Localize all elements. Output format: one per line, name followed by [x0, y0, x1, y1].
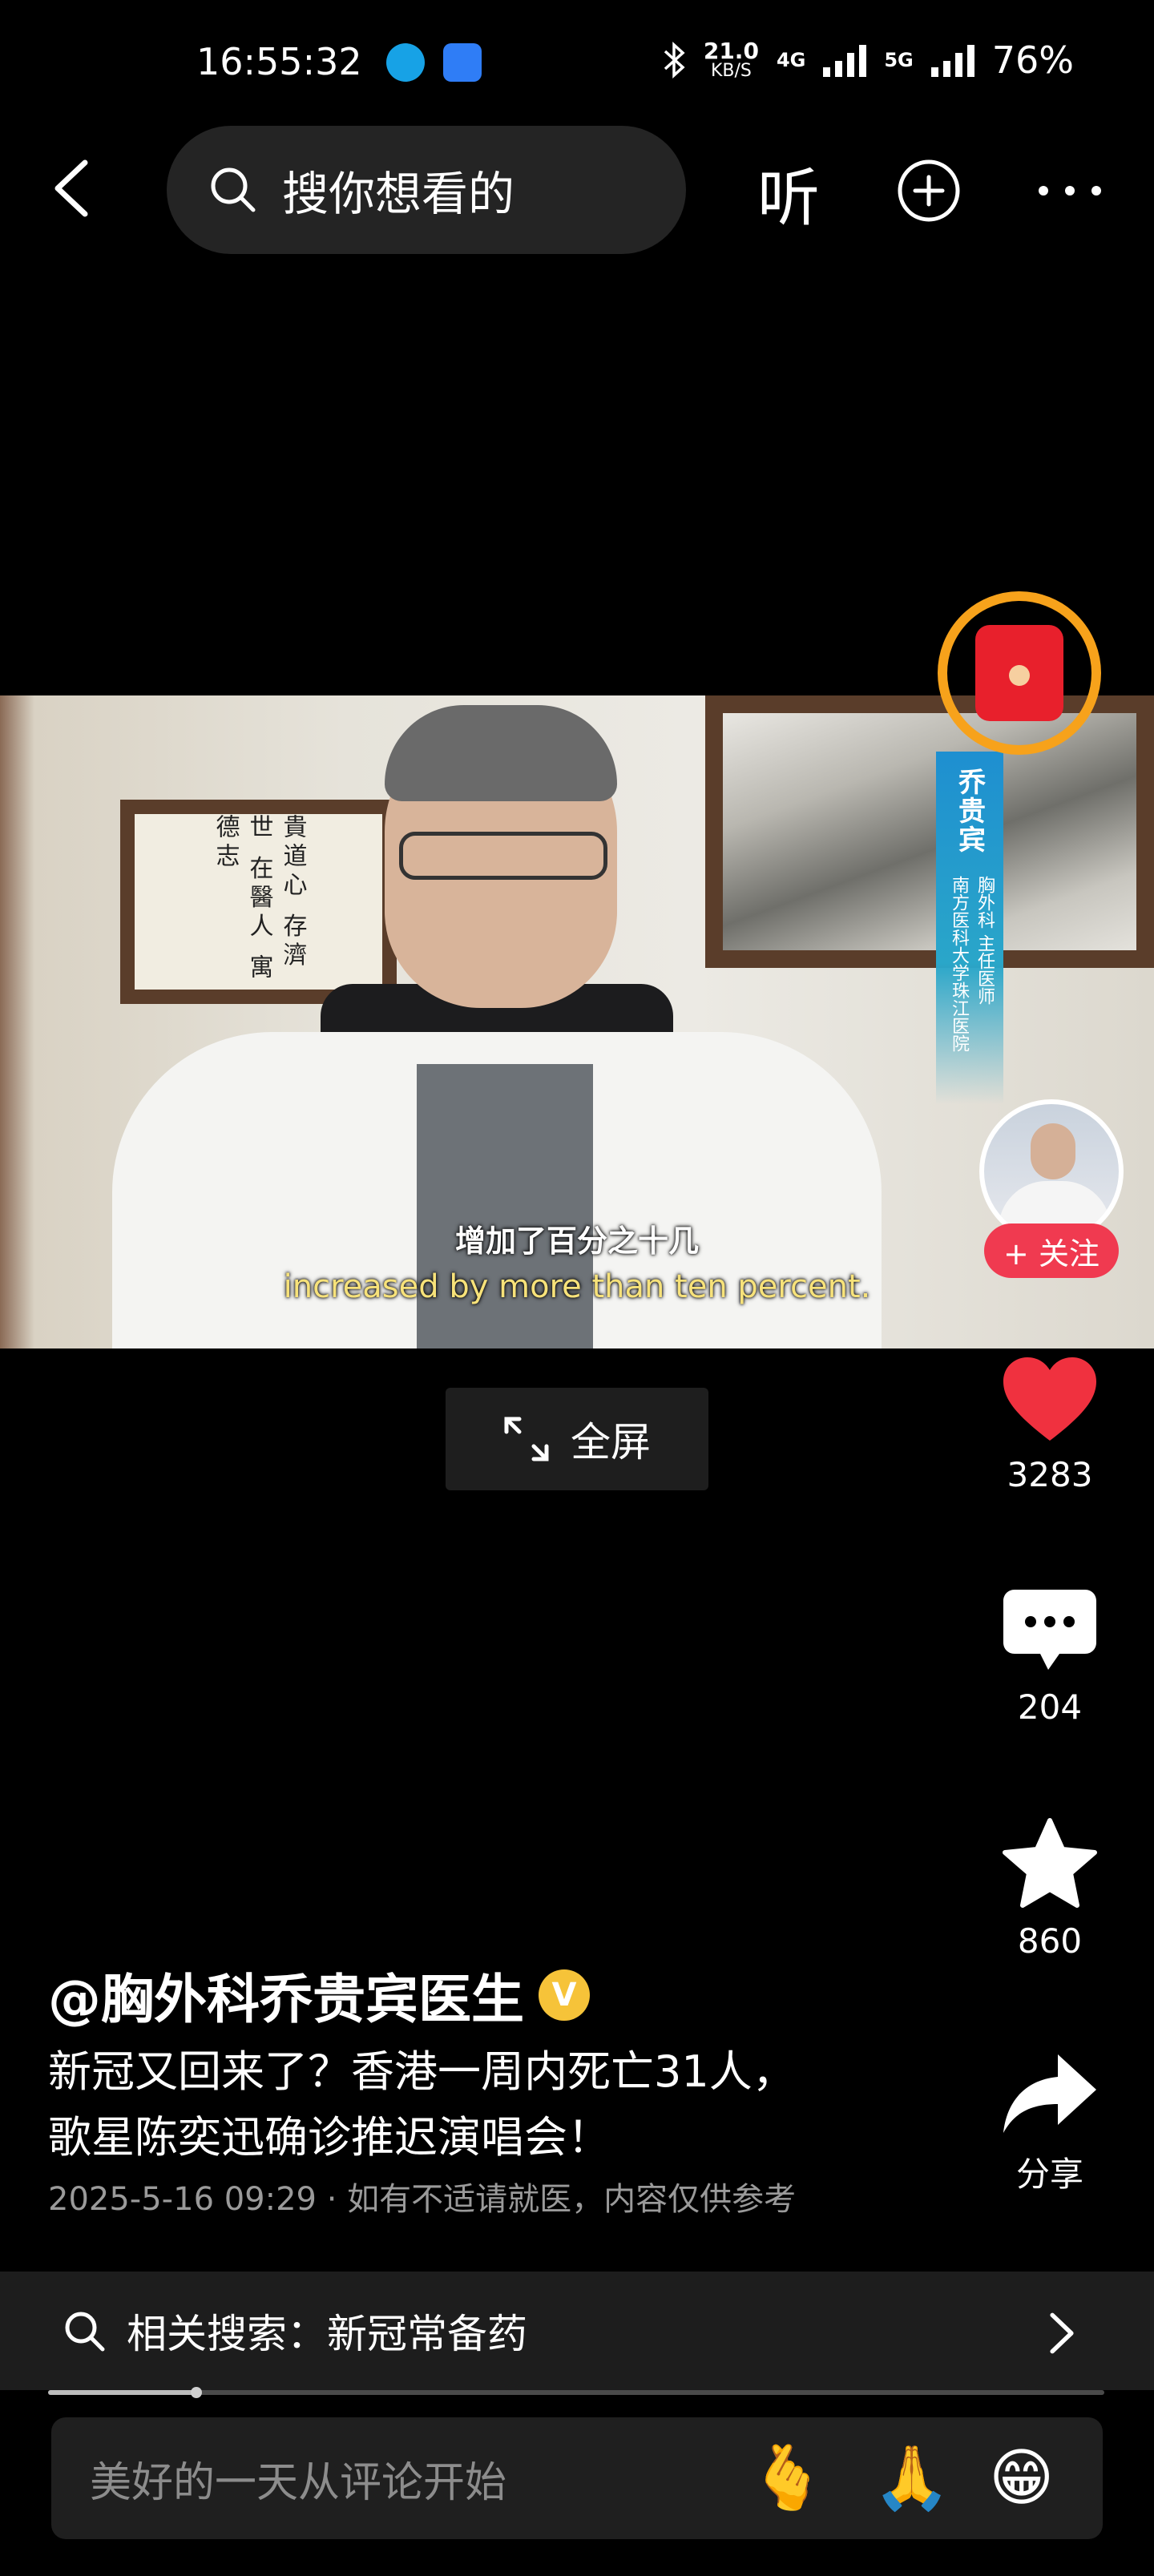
qq-notification-icon	[386, 43, 425, 82]
fullscreen-label: 全屏	[571, 1419, 651, 1465]
back-icon[interactable]	[46, 156, 103, 220]
network-4g-label: 4G	[776, 49, 806, 71]
status-time: 16:55:32	[196, 40, 362, 83]
comment-placeholder: 美好的一天从评论开始	[90, 2458, 507, 2507]
share-label: 分享	[1015, 2155, 1083, 2194]
share-icon	[1003, 2054, 1096, 2133]
top-bar: 搜你想看的 听	[0, 124, 1154, 256]
listen-button[interactable]: 听	[757, 148, 820, 238]
calligraphy-text: 貴道心 存濟世 在醫人 寓德志	[135, 814, 382, 990]
battery-level: 76%	[991, 38, 1074, 82]
video-progress-handle[interactable]	[190, 2387, 202, 2398]
status-indicators: 21.0 KB/S 4G 5G 76%	[662, 38, 1074, 82]
chevron-right-icon	[1050, 2312, 1074, 2354]
share-button[interactable]: 分享	[986, 2051, 1114, 2196]
grin-emoji-button[interactable]: 😁	[989, 2441, 1054, 2515]
more-options-icon[interactable]	[1034, 158, 1106, 224]
video-progress-fill	[48, 2390, 196, 2395]
video-page: 16:55:32 21.0 KB/S 4G 5G 76% 搜你想看的 听 貴道心…	[0, 0, 1154, 2576]
signal-5g-icon	[930, 43, 974, 77]
video-player[interactable]: 貴道心 存濟世 在醫人 寓德志 乔贵宾 胸外科 主任医师 南方医科大学珠江医院 …	[0, 695, 1154, 1348]
finger-heart-emoji-button[interactable]: 🫰	[748, 2441, 826, 2515]
subtitle-chinese: 增加了百分之十几	[454, 1223, 699, 1259]
comment-button[interactable]: 204	[986, 1586, 1114, 1727]
heart-icon	[1003, 1357, 1096, 1441]
video-progress-bar[interactable]	[48, 2387, 1104, 2398]
search-placeholder: 搜你想看的	[282, 167, 515, 221]
search-icon	[65, 2312, 105, 2352]
expand-icon	[504, 1417, 549, 1461]
subtitle-english: increased by more than ten percent.	[283, 1268, 871, 1305]
signal-4g-icon	[823, 43, 867, 77]
doctor-glasses	[399, 832, 607, 880]
banner-org: 南方医科大学珠江医院	[949, 876, 969, 1052]
landscape-painting	[705, 695, 1154, 968]
comment-icon	[1003, 1590, 1096, 1670]
search-input[interactable]: 搜你想看的	[167, 126, 686, 254]
favorite-count: 860	[1017, 1921, 1083, 1961]
favorite-button[interactable]: 860	[986, 1817, 1114, 1961]
bluetooth-icon	[664, 42, 685, 79]
comment-input[interactable]: 美好的一天从评论开始 🫰 🙏 😁	[51, 2417, 1103, 2539]
post-description: 新冠又回来了？香港一周内死亡31人， 歌星陈奕迅确诊推迟演唱会！	[48, 2046, 796, 2163]
author-avatar[interactable]	[979, 1099, 1124, 1244]
banner-title: 胸外科 主任医师	[974, 876, 995, 1005]
red-envelope-icon	[975, 625, 1063, 721]
verified-badge-icon: V	[539, 1969, 590, 2021]
comment-count: 204	[1017, 1687, 1083, 1727]
related-search-bar[interactable]: 相关搜索：新冠常备药	[0, 2272, 1154, 2390]
author-name[interactable]: @胸外科乔贵宾医生 V	[48, 1957, 590, 2034]
banner-name: 乔贵宾	[953, 768, 986, 854]
pray-emoji-button[interactable]: 🙏	[873, 2441, 950, 2515]
red-packet-button[interactable]	[938, 591, 1101, 755]
like-button[interactable]: 3283	[986, 1354, 1114, 1494]
network-5g-label: 5G	[884, 49, 914, 71]
star-icon	[1003, 1818, 1097, 1908]
doctor-shirt	[417, 1064, 593, 1348]
search-icon	[211, 167, 256, 212]
status-bar: 16:55:32 21.0 KB/S 4G 5G 76%	[0, 32, 1154, 104]
post-meta: 2025-5-16 09:29 · 如有不适请就医，内容仅供参考	[48, 2181, 797, 2218]
fullscreen-button[interactable]: 全屏	[446, 1388, 708, 1490]
related-search-label: 相关搜索：新冠常备药	[127, 2311, 527, 2357]
doctor-hair	[385, 705, 617, 801]
security-app-notification-icon	[443, 43, 482, 82]
like-count: 3283	[1007, 1455, 1093, 1494]
calligraphy-frame: 貴道心 存濟世 在醫人 寓德志	[120, 800, 397, 1004]
network-speed: 21.0 KB/S	[703, 38, 759, 81]
add-icon[interactable]	[896, 158, 962, 224]
follow-button[interactable]: + 关注	[984, 1223, 1119, 1278]
